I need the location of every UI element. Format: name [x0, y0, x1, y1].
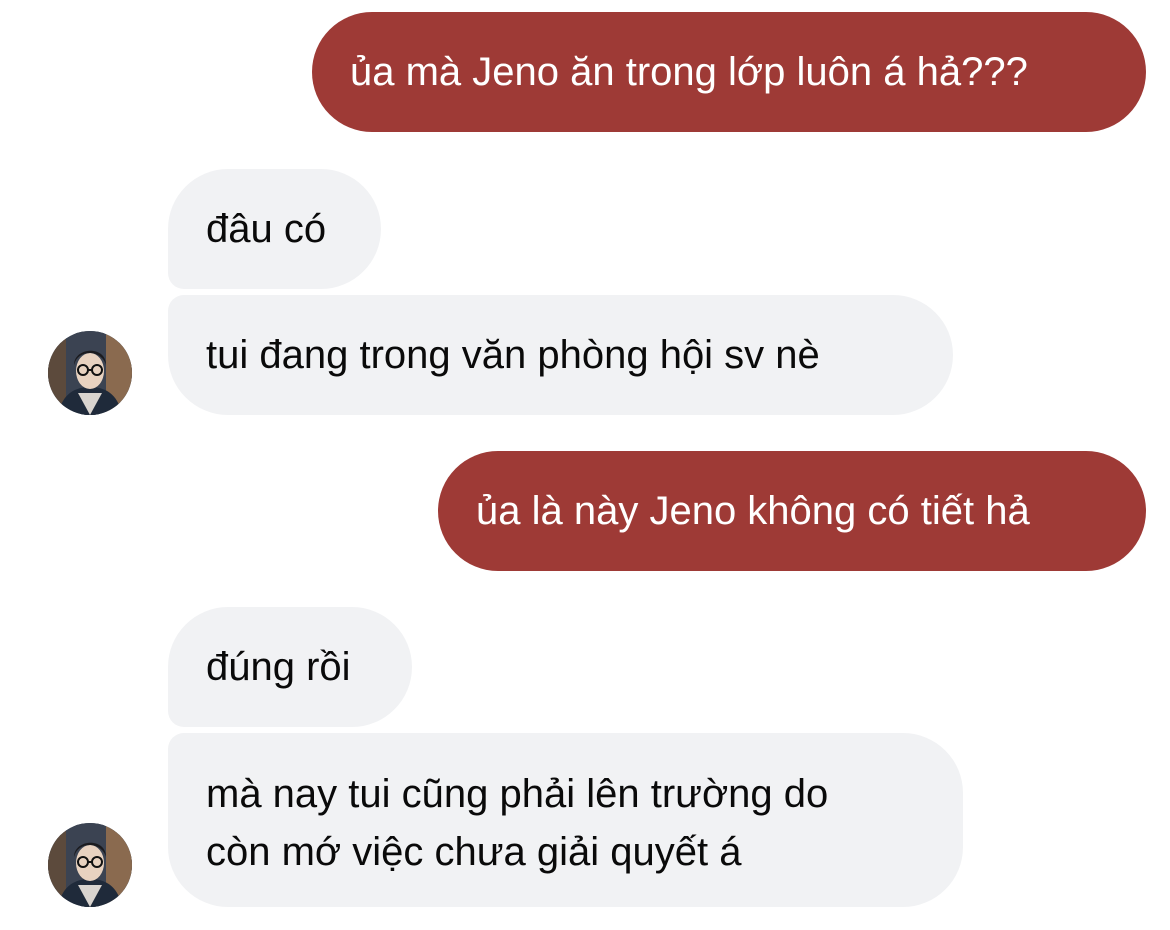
avatar-photo-icon [48, 823, 132, 907]
incoming-message-bubble[interactable]: mà nay tui cũng phải lên trường do còn m… [168, 733, 963, 907]
contact-avatar[interactable] [48, 331, 132, 415]
message-text-line: mà nay tui cũng phải lên trường do [206, 772, 829, 816]
message-text: đâu có [206, 207, 327, 251]
incoming-message-bubble[interactable]: tui đang trong văn phòng hội sv nè [168, 295, 953, 415]
incoming-message-bubble[interactable]: đúng rồi [168, 607, 412, 727]
message-text: đúng rồi [206, 645, 351, 689]
message-text: tui đang trong văn phòng hội sv nè [206, 333, 820, 377]
outgoing-message-bubble[interactable]: ủa mà Jeno ăn trong lớp luôn á hả??? [312, 12, 1146, 132]
message-text-line: còn mớ việc chưa giải quyết á [206, 830, 742, 874]
incoming-message-bubble[interactable]: đâu có [168, 169, 381, 289]
avatar-photo-icon [48, 331, 132, 415]
contact-avatar[interactable] [48, 823, 132, 907]
message-text: ủa là này Jeno không có tiết hả [476, 489, 1030, 533]
outgoing-message-bubble[interactable]: ủa là này Jeno không có tiết hả [438, 451, 1146, 571]
message-text: ủa mà Jeno ăn trong lớp luôn á hả??? [350, 50, 1028, 94]
